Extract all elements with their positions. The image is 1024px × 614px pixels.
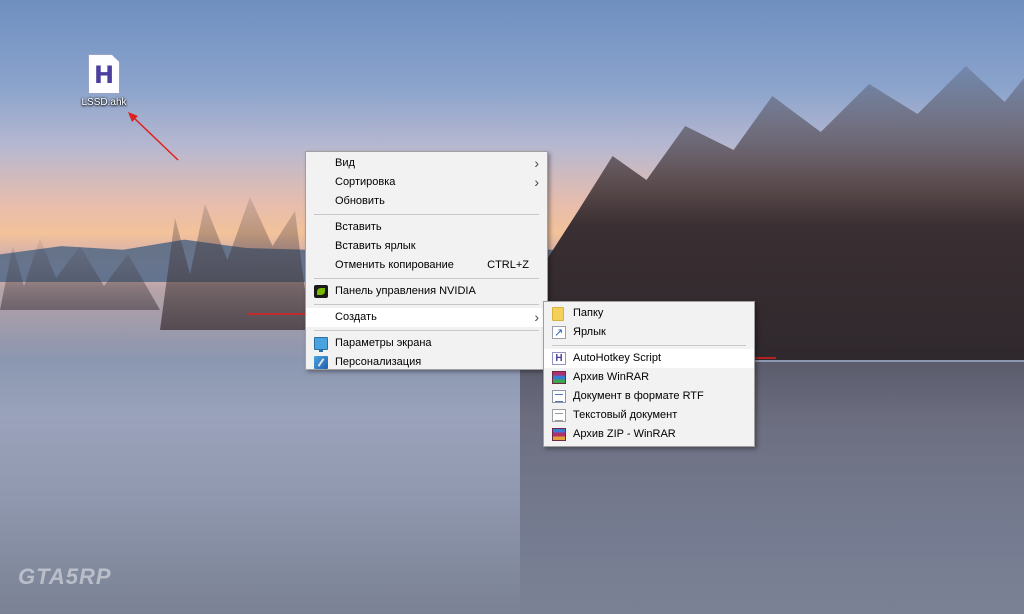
wallpaper-reeds-left [160, 197, 310, 330]
menu-item-label: Панель управления NVIDIA [335, 285, 476, 297]
menu-separator [552, 345, 746, 346]
autohotkey-h-glyph: H [93, 61, 115, 89]
menu-item-label: Персонализация [335, 356, 422, 368]
menu-separator [314, 304, 539, 305]
menu-item-label: Сортировка [335, 176, 396, 188]
watermark-logo: GTA5RP [18, 564, 112, 589]
menu-item-shortcut: CTRL+Z [487, 259, 529, 271]
menu-item-label: Создать [335, 311, 377, 323]
submenu-item-winrar-archive[interactable]: Архив WinRAR [544, 368, 754, 387]
menu-item-label: Обновить [335, 195, 385, 207]
desktop-file-label: LSSD.ahk [81, 97, 127, 108]
chevron-right-icon: › [534, 174, 539, 190]
personalization-icon [314, 356, 328, 369]
chevron-right-icon: › [534, 155, 539, 171]
submenu-item-shortcut[interactable]: Ярлык [544, 323, 754, 343]
submenu-item-label: Архив ZIP - WinRAR [573, 428, 676, 440]
menu-item-undo-copy[interactable]: Отменить копирование CTRL+Z [306, 256, 547, 275]
menu-item-sort[interactable]: Сортировка › [306, 173, 547, 192]
shortcut-icon [552, 324, 566, 343]
display-icon [314, 337, 328, 352]
menu-item-paste-shortcut[interactable]: Вставить ярлык [306, 237, 547, 256]
menu-item-label: Отменить копирование [335, 259, 454, 271]
submenu-item-autohotkey-script[interactable]: AutoHotkey Script [544, 349, 754, 368]
menu-item-nvidia-control-panel[interactable]: Панель управления NVIDIA [306, 282, 547, 301]
submenu-item-label: Папку [573, 307, 604, 319]
submenu-item-folder[interactable]: Папку [544, 304, 754, 323]
desktop-file-lssd-ahk[interactable]: H LSSD.ahk [76, 54, 132, 116]
submenu-item-label: Текстовый документ [573, 409, 678, 421]
menu-item-label: Параметры экрана [335, 337, 432, 349]
submenu-item-rtf-document[interactable]: Документ в формате RTF [544, 387, 754, 406]
nvidia-icon [314, 285, 328, 298]
menu-item-view[interactable]: Вид › [306, 154, 547, 173]
autohotkey-file-icon: H [88, 54, 120, 94]
text-document-icon [552, 409, 566, 422]
folder-icon [552, 307, 564, 321]
menu-item-personalization[interactable]: Персонализация [306, 353, 547, 372]
menu-item-create[interactable]: Создать › [306, 308, 547, 327]
submenu-item-text-document[interactable]: Текстовый документ [544, 406, 754, 425]
menu-item-label: Вставить ярлык [335, 240, 416, 252]
menu-item-refresh[interactable]: Обновить [306, 192, 547, 211]
submenu-item-zip-archive[interactable]: Архив ZIP - WinRAR [544, 425, 754, 444]
menu-separator [314, 330, 539, 331]
submenu-item-label: Архив WinRAR [573, 371, 650, 383]
menu-item-label: Вид [335, 157, 355, 169]
zip-archive-icon [552, 428, 566, 441]
autohotkey-icon [552, 352, 566, 365]
chevron-right-icon: › [534, 309, 539, 325]
menu-item-paste[interactable]: Вставить [306, 218, 547, 237]
menu-item-label: Вставить [335, 221, 382, 233]
submenu-item-label: Документ в формате RTF [573, 390, 704, 402]
winrar-icon [552, 371, 566, 384]
desktop-context-menu: Вид › Сортировка › Обновить Вставить Вст… [305, 151, 548, 370]
rtf-document-icon [552, 390, 566, 403]
menu-separator [314, 278, 539, 279]
menu-item-display-settings[interactable]: Параметры экрана [306, 334, 547, 353]
create-submenu: Папку Ярлык AutoHotkey Script Архив WinR… [543, 301, 755, 447]
submenu-item-label: AutoHotkey Script [573, 352, 662, 364]
menu-separator [314, 214, 539, 215]
submenu-item-label: Ярлык [573, 326, 606, 338]
